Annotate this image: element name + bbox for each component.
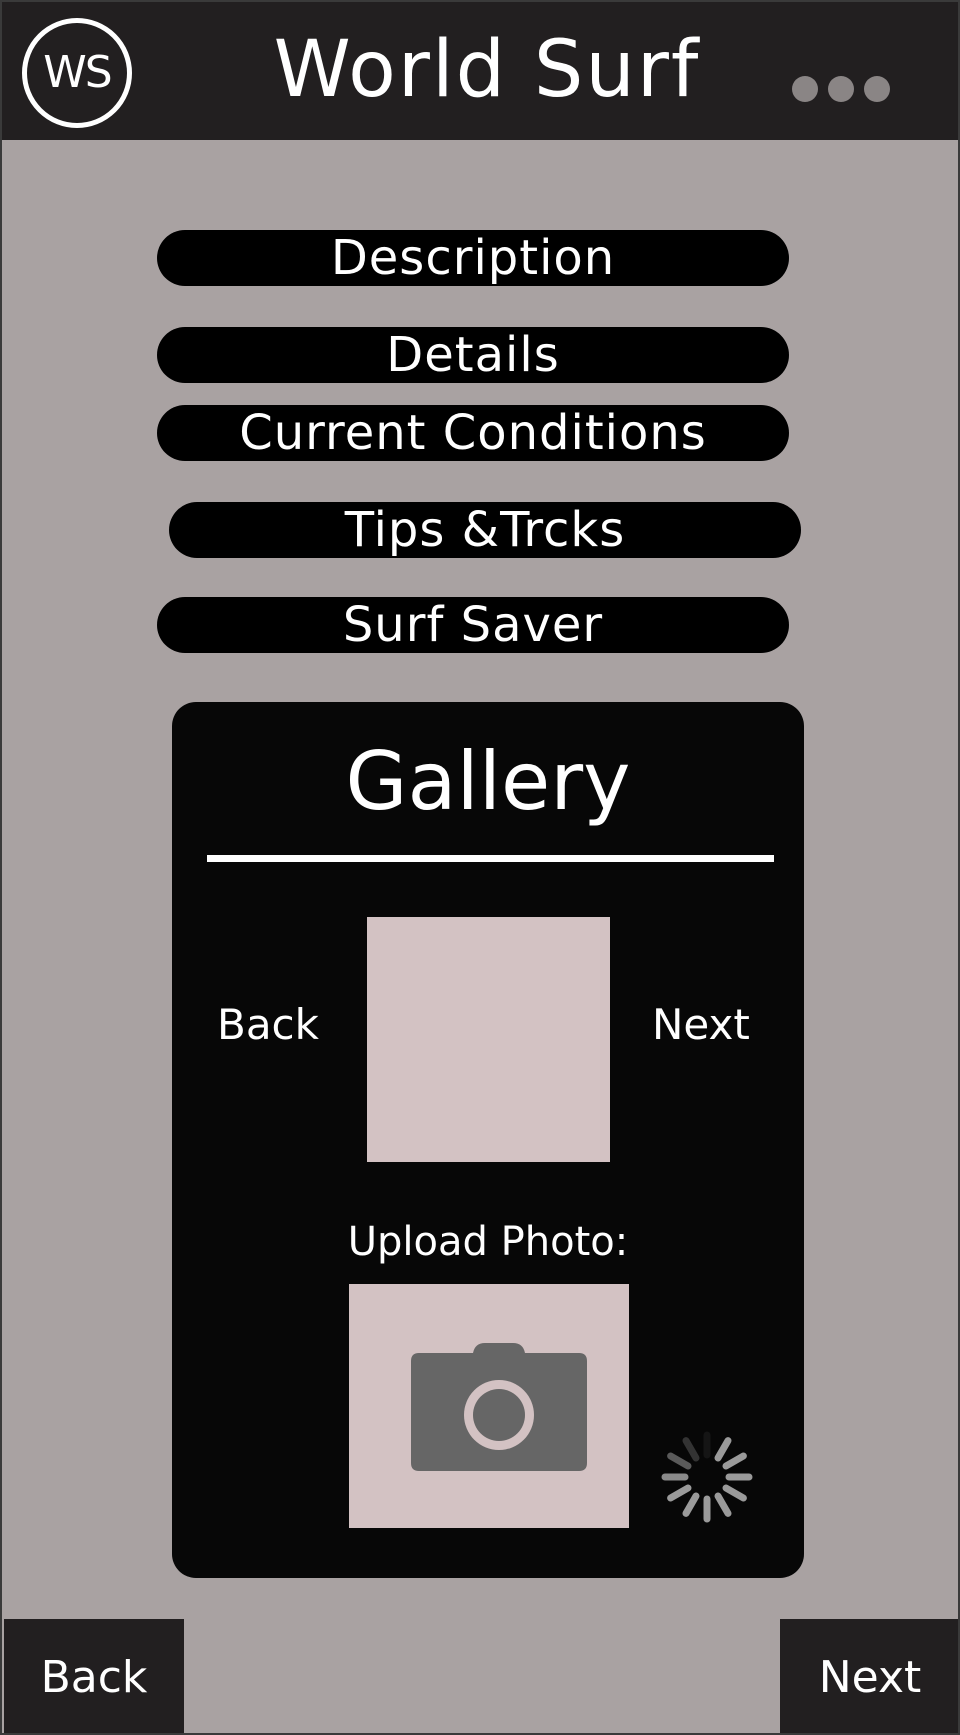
camera-icon bbox=[411, 1343, 587, 1471]
more-dot bbox=[792, 76, 818, 102]
gallery-divider bbox=[207, 855, 774, 862]
header-bar: WS World Surf bbox=[2, 2, 958, 140]
logo[interactable]: WS bbox=[22, 18, 132, 128]
gallery-panel: Gallery Back Next Upload Photo: bbox=[172, 702, 804, 1578]
gallery-next-button[interactable]: Next bbox=[652, 1000, 750, 1050]
more-icon[interactable] bbox=[792, 72, 902, 106]
more-dot bbox=[864, 76, 890, 102]
tips-button[interactable]: Tips &Trcks bbox=[169, 502, 801, 558]
app-title: World Surf bbox=[273, 25, 701, 115]
upload-photo-button[interactable] bbox=[349, 1284, 629, 1528]
surf-saver-button[interactable]: Surf Saver bbox=[157, 597, 789, 653]
spinner-icon bbox=[661, 1431, 753, 1523]
app-screen: WS World Surf Description Details Curren… bbox=[0, 0, 960, 1735]
description-button[interactable]: Description bbox=[157, 230, 789, 286]
details-button[interactable]: Details bbox=[157, 327, 789, 383]
upload-photo-label: Upload Photo: bbox=[347, 1219, 629, 1265]
back-button[interactable]: Back bbox=[4, 1619, 184, 1733]
next-button[interactable]: Next bbox=[780, 1619, 958, 1733]
gallery-back-button[interactable]: Back bbox=[217, 1000, 319, 1050]
more-dot bbox=[828, 76, 854, 102]
current-conditions-button[interactable]: Current Conditions bbox=[157, 405, 789, 461]
gallery-photo bbox=[367, 917, 610, 1162]
gallery-title: Gallery bbox=[345, 735, 631, 828]
